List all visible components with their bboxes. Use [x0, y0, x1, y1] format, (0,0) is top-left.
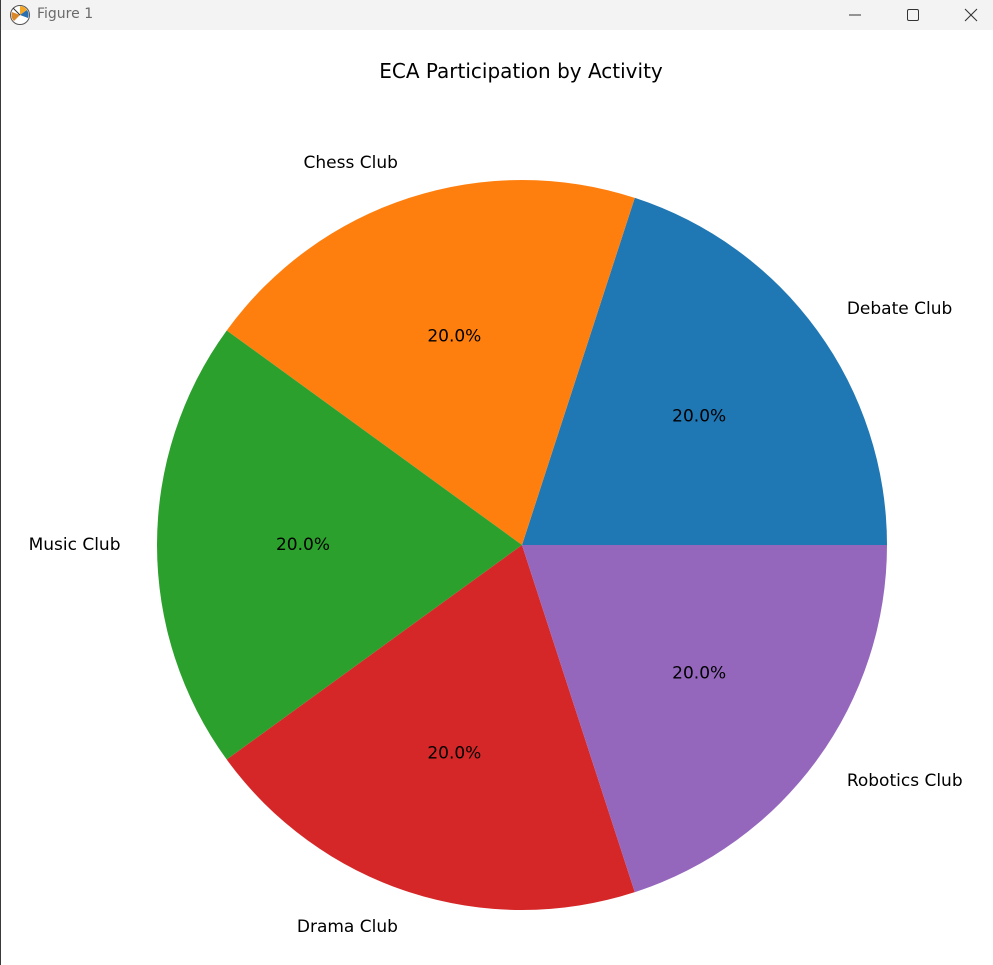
maximize-icon: [907, 9, 919, 21]
window-titlebar[interactable]: Figure 1: [1, 0, 993, 30]
pie-chart: ECA Participation by Activity Debate Clu…: [29, 59, 963, 937]
close-icon: [964, 8, 978, 22]
maximize-button[interactable]: [890, 0, 936, 30]
category-label: Robotics Club: [847, 771, 963, 791]
percent-label: 20.0%: [672, 406, 726, 426]
matplotlib-figure-icon: [10, 5, 30, 25]
percent-label: 20.0%: [427, 327, 481, 347]
category-label: Chess Club: [304, 153, 398, 173]
percent-label: 20.0%: [427, 743, 481, 763]
window-title: Figure 1: [37, 6, 94, 22]
percent-label: 20.0%: [276, 535, 330, 555]
minimize-icon: [849, 14, 861, 16]
category-label: Debate Club: [847, 299, 952, 319]
pie-slices: [157, 180, 887, 910]
minimize-button[interactable]: [832, 0, 878, 30]
category-label: Drama Club: [297, 917, 398, 937]
category-label: Music Club: [29, 535, 121, 555]
figure-window: Figure 1 ECA Participation by Activity D…: [0, 0, 993, 965]
chart-title: ECA Participation by Activity: [379, 59, 663, 83]
close-button[interactable]: [948, 0, 993, 30]
percent-label: 20.0%: [672, 664, 726, 684]
